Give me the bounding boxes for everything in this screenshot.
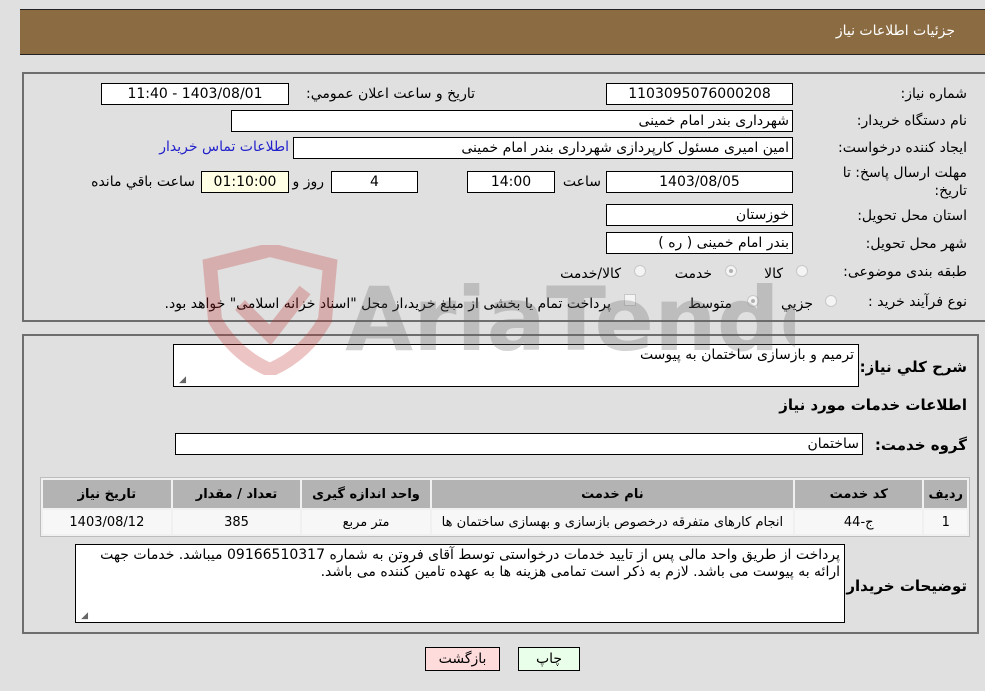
deadline-date-field: 1403/08/05	[606, 171, 793, 193]
col-need-date: تاریخ نیاز	[43, 480, 171, 508]
city-field: بندر امام خمینی ( ره )	[606, 232, 793, 254]
col-unit: واحد اندازه گیری	[302, 480, 430, 508]
cell-quantity: 385	[172, 510, 301, 534]
col-service-name: نام خدمت	[431, 480, 793, 508]
deadline-time-field: 14:00	[467, 171, 555, 193]
category-radio-goods-service[interactable]	[634, 265, 646, 277]
process-option-medium: متوسط	[688, 296, 732, 312]
category-label: طبقه بندی موضوعی:	[843, 264, 967, 280]
process-type-label: نوع فرآیند خرید :	[868, 294, 967, 310]
time-remaining-field: 01:10:00	[201, 171, 289, 193]
buyer-org-label: نام دستگاه خریدار:	[856, 113, 967, 129]
category-option-goods-service: کالا/خدمت	[560, 266, 621, 282]
service-group-field: ساختمان	[175, 433, 863, 455]
process-option-minor: جزيي	[781, 296, 813, 312]
deadline-time-label: ساعت	[562, 174, 601, 190]
process-radio-medium[interactable]	[747, 295, 759, 307]
cell-row-number: 1	[924, 510, 967, 534]
col-service-code: کد خدمت	[794, 480, 923, 508]
page-header: جزئیات اطلاعات نیاز	[20, 9, 985, 55]
need-number-field: 1103095076000208	[606, 83, 793, 105]
buyer-notes-textarea[interactable]: پرداخت از طریق واحد مالی پس از تایید خدم…	[75, 544, 845, 623]
buyer-org-field: شهرداری بندر امام خمینی	[231, 110, 793, 132]
need-number-label: شماره نیاز:	[900, 86, 968, 102]
category-option-service: خدمت	[674, 266, 712, 282]
service-group-label: گروه خدمت:	[874, 436, 967, 454]
buyer-notes-text: پرداخت از طریق واحد مالی پس از تایید خدم…	[100, 547, 840, 580]
page-title: جزئیات اطلاعات نیاز	[835, 23, 955, 39]
category-option-goods: کالا	[764, 266, 783, 282]
col-quantity: تعداد / مقدار	[172, 480, 301, 508]
province-label: استان محل تحویل:	[857, 208, 967, 224]
summary-textarea[interactable]: ترمیم و بازسازی ساختمان به پیوست ◢	[173, 344, 859, 387]
resize-grip-icon[interactable]: ◢	[78, 611, 88, 621]
cell-service-name: انجام کارهای متفرقه درخصوص بازسازی و بهس…	[431, 510, 793, 534]
time-remaining-label: ساعت باقي مانده	[91, 174, 195, 190]
summary-label: شرح کلي نیاز:	[859, 358, 967, 376]
category-radio-service[interactable]	[725, 265, 737, 277]
buyer-contact-link[interactable]: اطلاعات تماس خریدار	[159, 139, 289, 155]
back-button[interactable]: بازگشت	[425, 647, 500, 671]
cell-service-code: ج-44	[794, 510, 923, 534]
city-label: شهر محل تحویل:	[865, 236, 967, 252]
creator-field: امین امیری مسئول کارپردازی شهرداری بندر …	[293, 137, 793, 159]
creator-label: ایجاد کننده درخواست:	[838, 140, 967, 156]
process-radio-minor[interactable]	[825, 295, 837, 307]
deadline-label: مهلت ارسال پاسخ: تا تاریخ:	[842, 165, 967, 199]
days-label: روز و	[292, 174, 325, 190]
cell-need-date: 1403/08/12	[43, 510, 171, 534]
services-heading: اطلاعات خدمات مورد نیاز	[779, 396, 967, 414]
print-button[interactable]: چاپ	[518, 647, 580, 671]
services-table: ردیف کد خدمت نام خدمت واحد اندازه گیری ت…	[40, 477, 970, 537]
summary-text: ترمیم و بازسازی ساختمان به پیوست	[639, 347, 854, 363]
treasury-checkbox[interactable]	[624, 294, 636, 306]
resize-grip-icon[interactable]: ◢	[176, 375, 186, 385]
buyer-notes-label: توضیحات خریدار:	[840, 577, 967, 595]
days-remaining-field: 4	[331, 171, 418, 193]
announce-date-label: تاریخ و ساعت اعلان عمومي:	[306, 86, 475, 102]
table-header-row: ردیف کد خدمت نام خدمت واحد اندازه گیری ت…	[43, 480, 967, 508]
province-field: خوزستان	[606, 204, 793, 226]
treasury-note: پرداخت تمام یا بخشی از مبلغ خرید،از محل …	[164, 296, 611, 312]
category-radio-goods[interactable]	[796, 265, 808, 277]
col-row-number: ردیف	[924, 480, 967, 508]
cell-unit: متر مربع	[302, 510, 430, 534]
announce-date-field: 1403/08/01 - 11:40	[101, 83, 289, 105]
table-row: 1 ج-44 انجام کارهای متفرقه درخصوص بازساز…	[43, 510, 967, 534]
